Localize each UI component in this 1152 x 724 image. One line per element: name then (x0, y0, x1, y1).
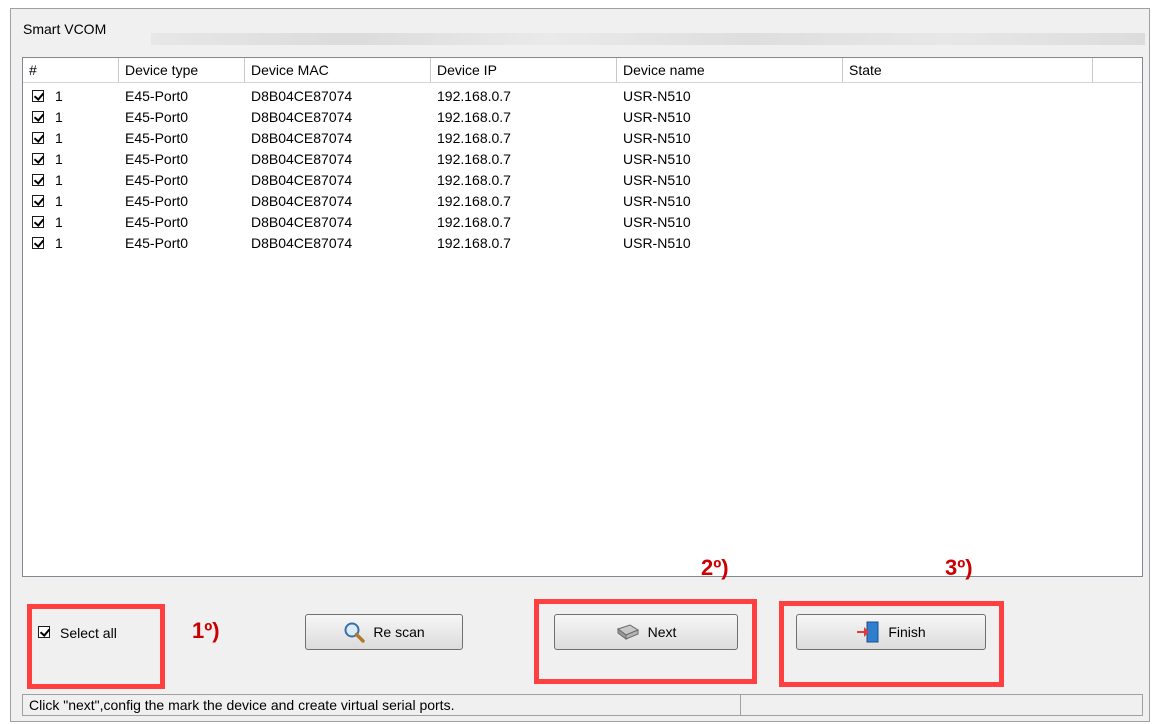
cell-type: E45-Port0 (125, 130, 189, 146)
cell-name: USR-N510 (623, 151, 691, 167)
list-header: # Device type Device MAC Device IP Devic… (23, 58, 1142, 83)
column-header-state[interactable]: State (843, 58, 1093, 82)
cell-name: USR-N510 (623, 214, 691, 230)
column-header-number[interactable]: # (23, 58, 119, 82)
table-row[interactable]: 1 E45-Port0 D8B04CE87074 192.168.0.7 USR-N51… (23, 170, 1142, 191)
cell-mac: D8B04CE87074 (251, 88, 353, 104)
row-checkbox[interactable] (32, 216, 44, 228)
status-divider (740, 695, 741, 715)
cell-type: E45-Port0 (125, 88, 189, 104)
cell-num: 1 (55, 109, 63, 125)
row-checkbox[interactable] (32, 237, 44, 249)
step1-highlight-box (27, 604, 165, 689)
table-row[interactable]: 1 E45-Port0 D8B04CE87074 192.168.0.7 USR-N51… (23, 107, 1142, 128)
cell-num: 1 (55, 235, 63, 251)
cell-num: 1 (55, 88, 63, 104)
cell-name: USR-N510 (623, 109, 691, 125)
cell-type: E45-Port0 (125, 193, 189, 209)
cell-ip: 192.168.0.7 (437, 151, 511, 167)
table-row[interactable]: 1 E45-Port0 D8B04CE87074 192.168.0.7 USR-N51… (23, 212, 1142, 233)
cell-ip: 192.168.0.7 (437, 172, 511, 188)
cell-mac: D8B04CE87074 (251, 130, 353, 146)
cell-name: USR-N510 (623, 235, 691, 251)
cell-name: USR-N510 (623, 172, 691, 188)
status-text: Click "next",config the mark the device … (29, 697, 455, 713)
cell-name: USR-N510 (623, 88, 691, 104)
cell-num: 1 (55, 172, 63, 188)
row-checkbox[interactable] (32, 195, 44, 207)
row-checkbox[interactable] (32, 90, 44, 102)
step2-annotation: 2º) (701, 555, 729, 580)
step2-highlight-box (534, 599, 757, 684)
column-header-device-mac[interactable]: Device MAC (245, 58, 431, 82)
row-checkbox[interactable] (32, 174, 44, 186)
row-checkbox[interactable] (32, 153, 44, 165)
step1-annotation: 1º) (192, 618, 220, 643)
row-checkbox[interactable] (32, 132, 44, 144)
title-bar: Smart VCOM (11, 9, 1149, 45)
cell-ip: 192.168.0.7 (437, 88, 511, 104)
step3-highlight-box (779, 601, 1004, 687)
cell-num: 1 (55, 193, 63, 209)
device-list[interactable]: # Device type Device MAC Device IP Devic… (22, 57, 1143, 577)
table-row[interactable]: 1 E45-Port0 D8B04CE87074 192.168.0.7 USR-N51… (23, 191, 1142, 212)
cell-mac: D8B04CE87074 (251, 172, 353, 188)
table-row[interactable]: 1 E45-Port0 D8B04CE87074 192.168.0.7 USR-N51… (23, 86, 1142, 107)
cell-name: USR-N510 (623, 130, 691, 146)
column-header-device-name[interactable]: Device name (617, 58, 843, 82)
step3-annotation: 3º) (945, 555, 973, 580)
background-artifact (151, 33, 1145, 45)
cell-ip: 192.168.0.7 (437, 214, 511, 230)
cell-mac: D8B04CE87074 (251, 151, 353, 167)
cell-mac: D8B04CE87074 (251, 193, 353, 209)
cell-type: E45-Port0 (125, 151, 189, 167)
cell-num: 1 (55, 214, 63, 230)
rescan-label: Re scan (373, 624, 425, 640)
cell-mac: D8B04CE87074 (251, 235, 353, 251)
table-row[interactable]: 1 E45-Port0 D8B04CE87074 192.168.0.7 USR-N51… (23, 233, 1142, 254)
cell-type: E45-Port0 (125, 109, 189, 125)
cell-num: 1 (55, 130, 63, 146)
cell-ip: 192.168.0.7 (437, 130, 511, 146)
window-title: Smart VCOM (23, 21, 107, 37)
magnifier-icon (344, 622, 366, 643)
cell-type: E45-Port0 (125, 235, 189, 251)
rescan-button[interactable]: Re scan (305, 614, 463, 650)
cell-mac: D8B04CE87074 (251, 214, 353, 230)
row-checkbox[interactable] (32, 111, 44, 123)
cell-name: USR-N510 (623, 193, 691, 209)
table-row[interactable]: 1 E45-Port0 D8B04CE87074 192.168.0.7 USR-N51… (23, 128, 1142, 149)
cell-ip: 192.168.0.7 (437, 193, 511, 209)
cell-type: E45-Port0 (125, 172, 189, 188)
column-header-device-ip[interactable]: Device IP (431, 58, 617, 82)
table-row[interactable]: 1 E45-Port0 D8B04CE87074 192.168.0.7 USR-N51… (23, 149, 1142, 170)
cell-num: 1 (55, 151, 63, 167)
cell-type: E45-Port0 (125, 214, 189, 230)
column-header-device-type[interactable]: Device type (119, 58, 245, 82)
cell-ip: 192.168.0.7 (437, 235, 511, 251)
cell-ip: 192.168.0.7 (437, 109, 511, 125)
cell-mac: D8B04CE87074 (251, 109, 353, 125)
status-bar: Click "next",config the mark the device … (22, 694, 1143, 716)
